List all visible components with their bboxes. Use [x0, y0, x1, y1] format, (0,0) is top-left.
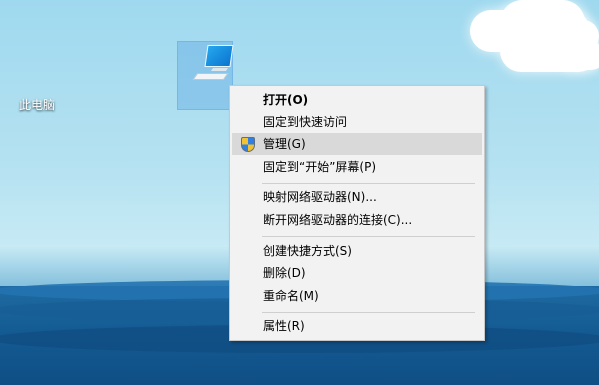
cloud-decoration [560, 42, 599, 70]
menu-item-label: 属性(R) [263, 319, 305, 333]
menu-item-label: 管理(G) [263, 137, 306, 151]
menu-item-label: 固定到快速访问 [263, 115, 348, 129]
menu-item-disconnect-network-drive[interactable]: 断开网络驱动器的连接(C)... [232, 209, 482, 231]
this-pc-label: 此电脑 [19, 98, 56, 112]
menu-item-properties[interactable]: 属性(R) [232, 315, 482, 337]
menu-item-delete[interactable]: 删除(D) [232, 262, 482, 284]
computer-icon [192, 45, 234, 81]
menu-item-rename[interactable]: 重命名(M) [232, 285, 482, 307]
menu-item-pin-quick-access[interactable]: 固定到快速访问 [232, 111, 482, 133]
menu-item-label: 创建快捷方式(S) [263, 244, 352, 258]
menu-separator [262, 312, 475, 313]
menu-item-label: 重命名(M) [263, 289, 319, 303]
monitor-stand-shape [210, 68, 229, 71]
keyboard-shape [192, 73, 229, 80]
menu-item-manage[interactable]: 管理(G) [232, 133, 482, 155]
menu-item-open[interactable]: 打开(O) [232, 89, 482, 111]
menu-separator [262, 183, 475, 184]
menu-separator [262, 236, 475, 237]
menu-item-label: 打开(O) [263, 93, 309, 107]
menu-item-label: 映射网络驱动器(N)... [263, 190, 377, 204]
desktop-background: 此电脑 打开(O) 固定到快速访问 管理(G) 固定到“开始”屏幕(P) 映射网… [0, 0, 599, 385]
menu-item-label: 固定到“开始”屏幕(P) [263, 160, 377, 174]
menu-item-create-shortcut[interactable]: 创建快捷方式(S) [232, 240, 482, 262]
shield-icon [241, 137, 255, 152]
menu-item-map-network-drive[interactable]: 映射网络驱动器(N)... [232, 186, 482, 208]
menu-item-pin-start[interactable]: 固定到“开始”屏幕(P) [232, 156, 482, 178]
this-pc-desktop-icon[interactable] [177, 41, 234, 110]
menu-item-label: 断开网络驱动器的连接(C)... [263, 213, 413, 227]
context-menu: 打开(O) 固定到快速访问 管理(G) 固定到“开始”屏幕(P) 映射网络驱动器… [229, 85, 485, 341]
monitor-shape [204, 45, 234, 67]
menu-item-label: 删除(D) [263, 266, 306, 280]
